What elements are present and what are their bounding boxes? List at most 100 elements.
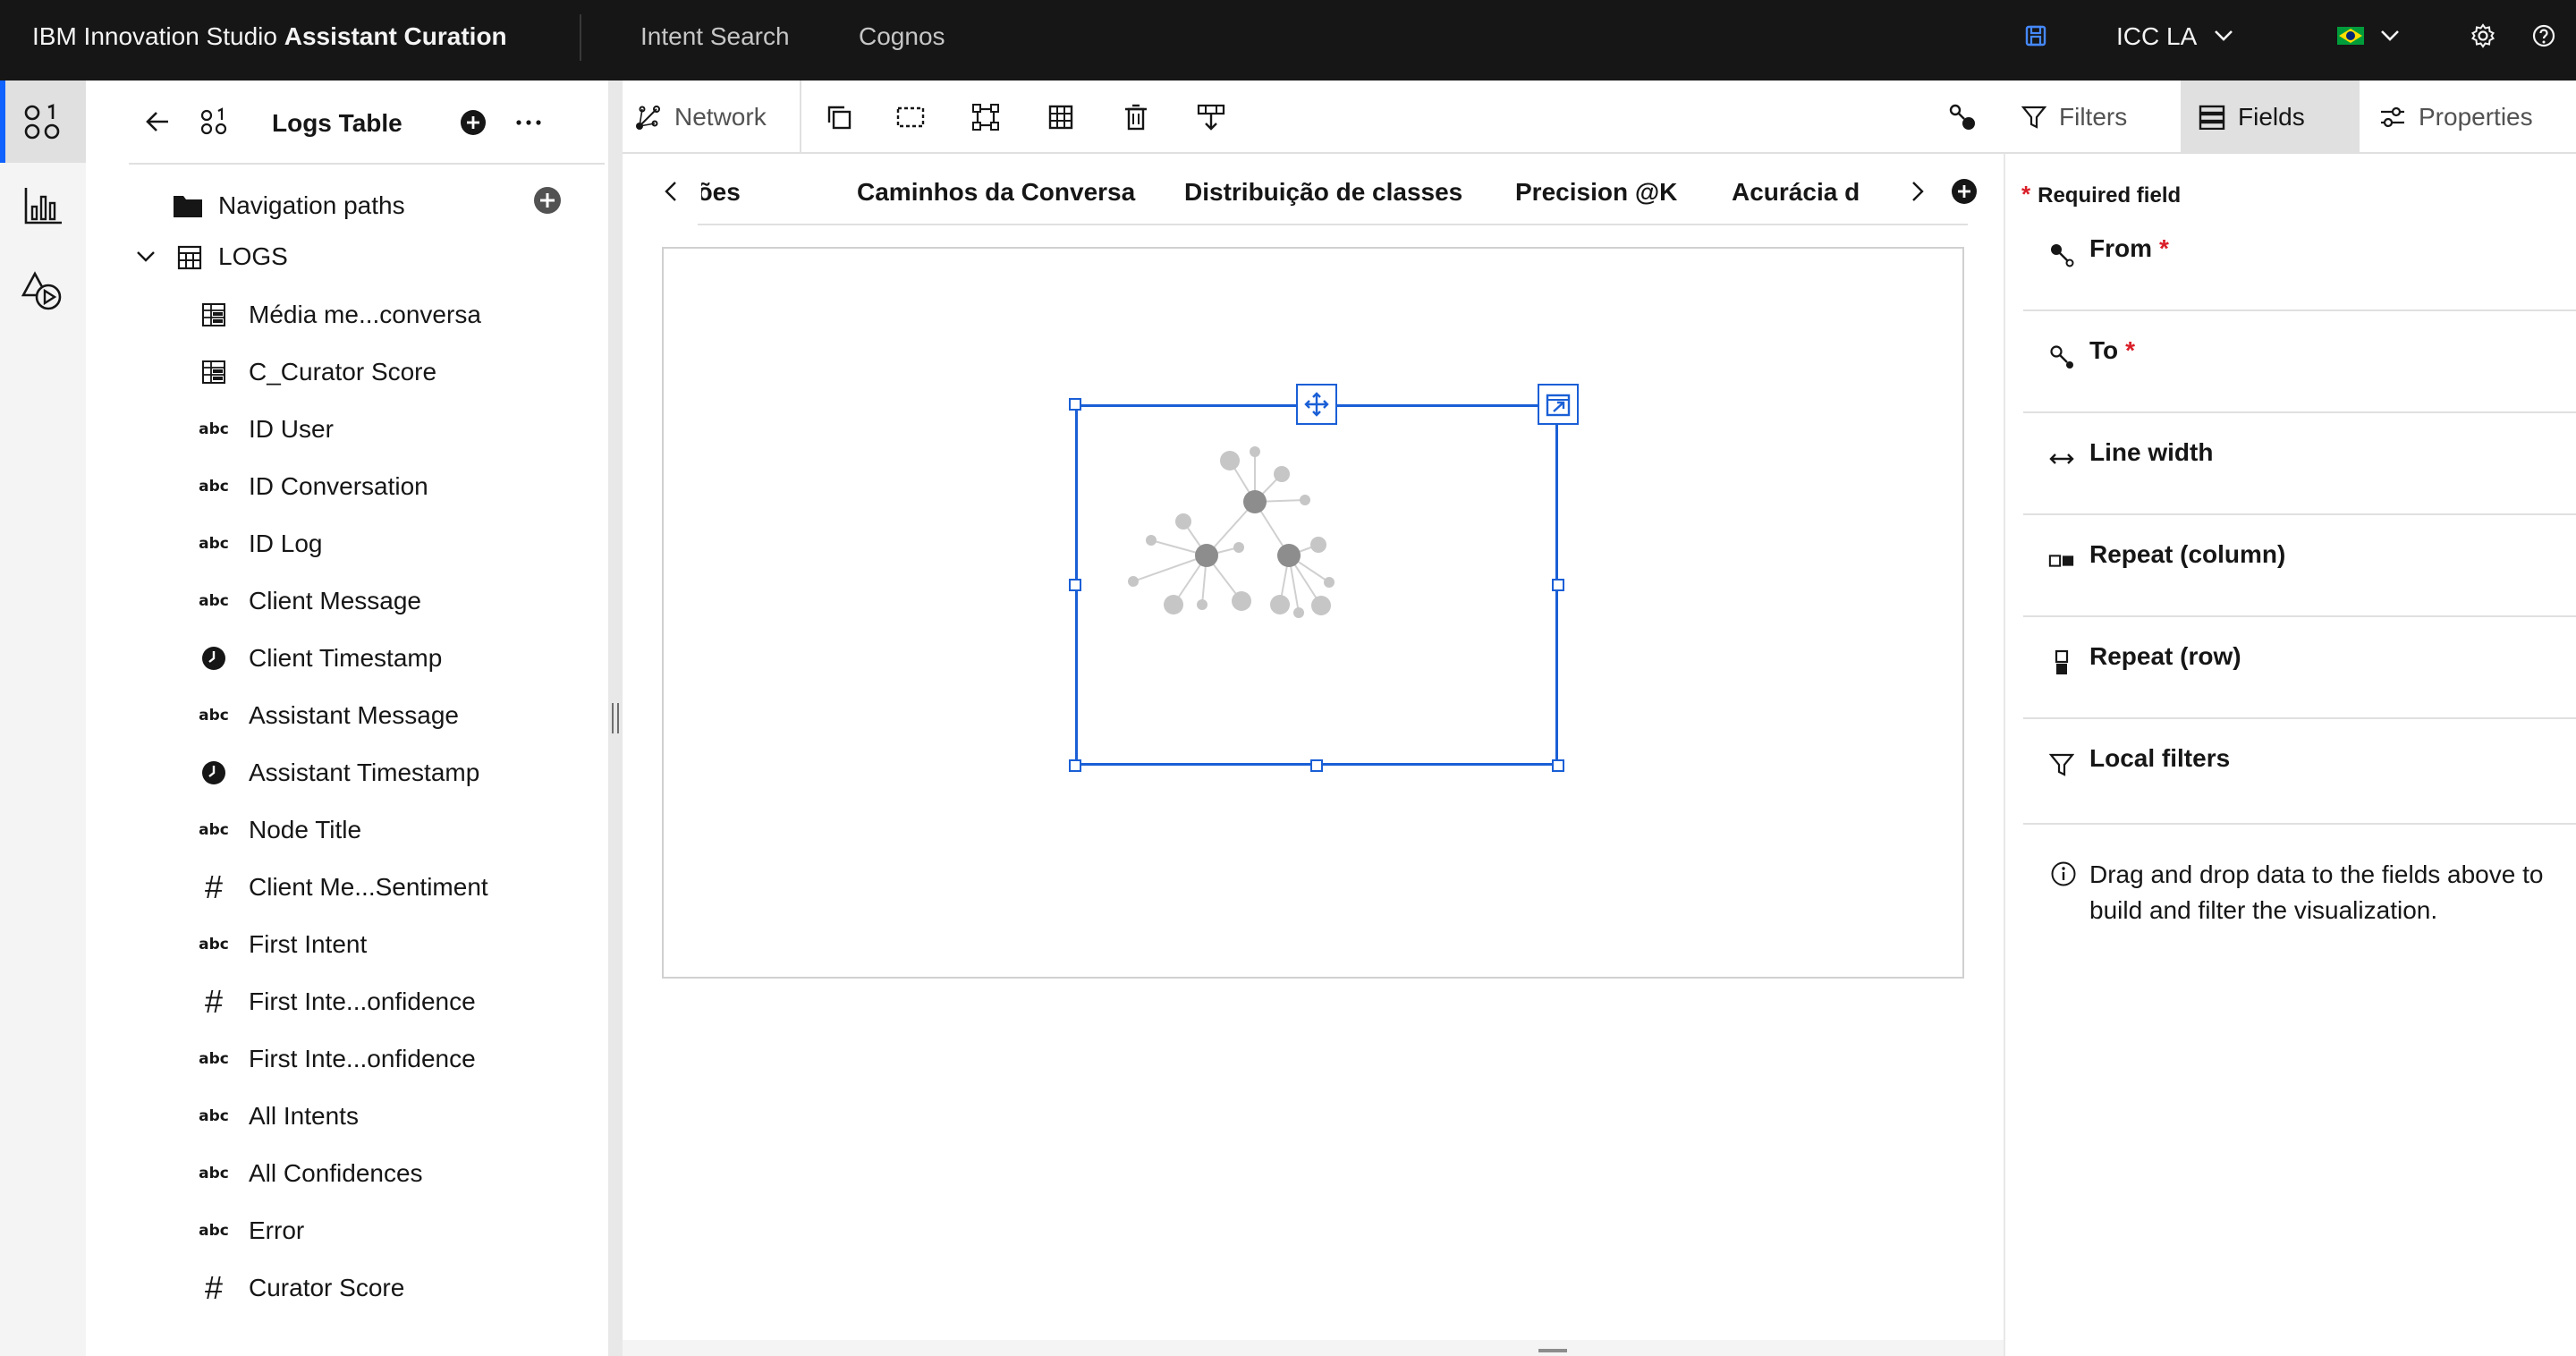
resize-handle[interactable] xyxy=(1069,398,1081,411)
overflow-menu-icon[interactable] xyxy=(513,107,544,138)
save-icon[interactable] xyxy=(2018,18,2054,54)
back-arrow-icon[interactable] xyxy=(141,106,174,138)
text-type-icon: abc xyxy=(199,707,229,725)
field-name: ID Conversation xyxy=(249,472,428,500)
field-well-repeat-row[interactable]: Repeat (row) xyxy=(2023,617,2576,719)
tree-item-navigation-paths[interactable]: Navigation paths xyxy=(218,179,405,233)
tab-precision-at-k[interactable]: Precision @K xyxy=(1515,154,1677,227)
add-source-icon[interactable] xyxy=(458,107,488,138)
field-item[interactable]: abc Client Message xyxy=(199,572,421,630)
field-item[interactable]: abc Error xyxy=(199,1202,304,1259)
field-name: Assistant Message xyxy=(249,701,459,729)
drill-down-icon[interactable] xyxy=(1174,81,1249,154)
properties-tabs: Filters Fields Properties xyxy=(2004,81,2576,154)
line-width-icon xyxy=(2048,445,2075,472)
text-type-icon: abc xyxy=(199,1107,229,1125)
field-item[interactable]: Média me...conversa xyxy=(199,286,481,343)
resize-handle[interactable] xyxy=(1552,579,1564,591)
help-icon[interactable] xyxy=(2526,18,2562,54)
field-item[interactable]: # Client Me...Sentiment xyxy=(199,859,488,916)
field-name: ID User xyxy=(249,415,334,443)
field-item[interactable]: abc First Intent xyxy=(199,916,367,973)
resize-handle[interactable] xyxy=(1069,759,1081,772)
horizontal-scrollbar[interactable] xyxy=(623,1340,2004,1356)
nav-intent-search[interactable]: Intent Search xyxy=(640,0,790,81)
tab-distribuicao-de-classes[interactable]: Distribuição de classes xyxy=(1184,154,1462,227)
nav-cognos[interactable]: Cognos xyxy=(859,0,945,81)
field-item[interactable]: abc ID Log xyxy=(199,515,322,572)
field-well-to[interactable]: To * xyxy=(2023,311,2576,413)
field-well-local-filters[interactable]: Local filters xyxy=(2023,719,2576,825)
data-icon[interactable] xyxy=(0,81,86,163)
field-item[interactable]: Client Timestamp xyxy=(199,630,442,687)
select-area-icon[interactable] xyxy=(875,81,946,154)
resize-handle[interactable] xyxy=(1552,759,1564,772)
field-well-repeat-column[interactable]: Repeat (column) xyxy=(2023,515,2576,617)
delete-icon[interactable] xyxy=(1098,81,1174,154)
field-name: C_Curator Score xyxy=(249,358,437,386)
visualization-type-button[interactable]: Network xyxy=(635,81,796,154)
splitter-grip-icon[interactable] xyxy=(612,703,619,733)
link-nodes-icon[interactable] xyxy=(1936,81,1989,154)
field-item[interactable]: abc All Intents xyxy=(199,1088,359,1145)
field-name: Client Message xyxy=(249,587,421,614)
field-item[interactable]: abc ID Conversation xyxy=(199,458,428,515)
field-item[interactable]: abc ID User xyxy=(199,401,334,458)
filter-icon xyxy=(2021,106,2046,129)
add-page-icon[interactable] xyxy=(1946,172,1982,211)
add-navigation-path-icon[interactable] xyxy=(530,182,565,218)
network-visualization-widget[interactable] xyxy=(1075,404,1558,766)
field-item[interactable]: # Curator Score xyxy=(199,1259,404,1317)
tree-item-logs[interactable]: LOGS xyxy=(218,230,288,284)
fit-to-frame-icon[interactable] xyxy=(948,81,1023,154)
brazil-flag-icon[interactable] xyxy=(2333,18,2368,54)
tab-intencoes[interactable]: tenções xyxy=(701,154,741,227)
field-item[interactable]: # First Inte...onfidence xyxy=(199,973,476,1030)
required-field-legend: * Required field xyxy=(2021,181,2182,208)
data-table-icon[interactable] xyxy=(1023,81,1098,154)
field-well-label: Repeat (column) xyxy=(2089,540,2286,568)
field-item[interactable]: Assistant Timestamp xyxy=(199,744,479,801)
duplicate-icon[interactable] xyxy=(803,81,875,154)
data-source-panel: Logs Table Navigation paths LOGS Média m… xyxy=(86,81,608,1356)
field-name: Node Title xyxy=(249,816,362,843)
text-type-icon: abc xyxy=(199,592,229,610)
chevron-down-icon[interactable] xyxy=(2206,18,2241,54)
chevron-right-icon[interactable] xyxy=(1900,172,1936,211)
field-item[interactable]: abc Node Title xyxy=(199,801,361,859)
field-name: First Inte...onfidence xyxy=(249,1045,476,1072)
scrollbar-grip[interactable] xyxy=(1538,1349,1567,1352)
field-well-from[interactable]: From * xyxy=(2023,209,2576,311)
field-item[interactable]: abc Assistant Message xyxy=(199,687,459,744)
left-rail xyxy=(0,81,86,1356)
shapes-icon[interactable] xyxy=(0,250,86,333)
field-item[interactable]: C_Curator Score xyxy=(199,343,436,401)
field-item[interactable]: abc First Inte...onfidence xyxy=(199,1030,476,1088)
tab-fields[interactable]: Fields xyxy=(2181,81,2360,154)
expand-icon[interactable] xyxy=(1538,384,1579,425)
field-item[interactable]: abc All Confidences xyxy=(199,1145,423,1202)
field-well-line-width[interactable]: Line width xyxy=(2023,413,2576,515)
field-name: Error xyxy=(249,1216,305,1244)
tab-caminhos-da-conversa[interactable]: Caminhos da Conversa xyxy=(857,154,1135,227)
data-sources-icon[interactable] xyxy=(199,106,231,138)
number-type-icon: # xyxy=(204,1269,224,1306)
tab-properties[interactable]: Properties xyxy=(2361,81,2576,154)
chevron-down-icon[interactable] xyxy=(132,243,159,270)
app-title[interactable]: IBM Innovation Studio Assistant Curation xyxy=(32,0,507,81)
resize-handle[interactable] xyxy=(1310,759,1323,772)
divider xyxy=(800,81,801,154)
tab-filters[interactable]: Filters xyxy=(2004,81,2179,154)
text-type-icon: abc xyxy=(199,478,229,496)
move-icon[interactable] xyxy=(1296,384,1337,425)
field-well-label: From xyxy=(2089,234,2152,262)
language-chevron-down-icon[interactable] xyxy=(2372,18,2408,54)
tenant-selector[interactable]: ICC LA xyxy=(2116,0,2197,81)
field-name: All Confidences xyxy=(249,1159,423,1187)
chart-icon[interactable] xyxy=(0,165,86,247)
settings-icon[interactable] xyxy=(2465,18,2501,54)
field-well-label: Local filters xyxy=(2089,744,2231,772)
resize-handle[interactable] xyxy=(1069,579,1081,591)
chevron-left-icon[interactable] xyxy=(653,172,689,211)
tab-acuracia[interactable]: Acurácia d xyxy=(1732,154,1860,227)
